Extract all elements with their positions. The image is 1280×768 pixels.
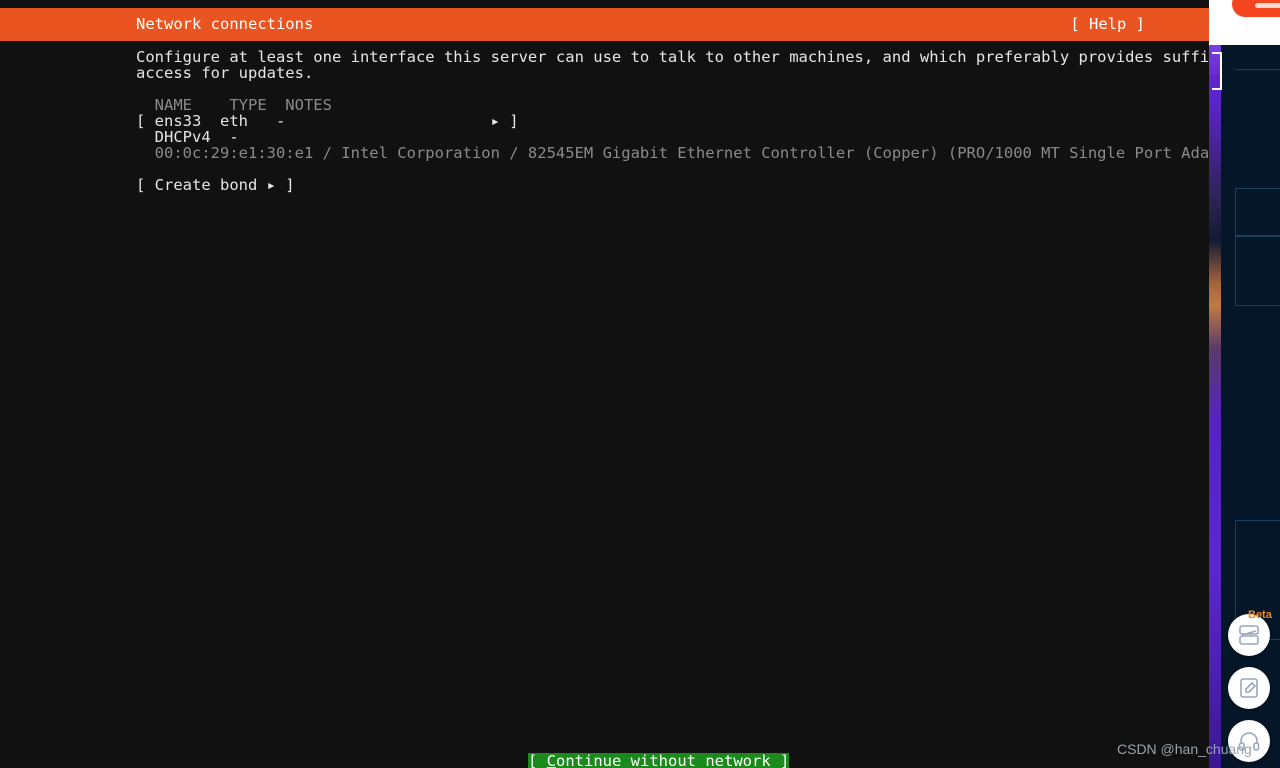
edit-fab-button[interactable]: [1228, 667, 1270, 709]
description-line-2: access for updates.: [136, 64, 314, 82]
help-button[interactable]: [ Help ]: [1070, 16, 1145, 33]
continue-without-network-button[interactable]: [ Continue without network ]: [528, 752, 790, 768]
side-accent-strip: [1209, 45, 1221, 768]
screen: Network connections [ Help ] Configure a…: [0, 0, 1280, 768]
interface-device-description: 00:0c:29:e1:30:e1 / Intel Corporation / …: [136, 144, 1209, 162]
side-selection-bracket-icon: [1212, 52, 1222, 90]
brand-logo-accent-icon: [1255, 3, 1280, 8]
watermark: CSDN @han_chuang: [1117, 741, 1252, 757]
page-title: Network connections: [136, 15, 314, 33]
side-card-outline: [1235, 42, 1280, 70]
accel-key: C: [546, 752, 557, 768]
side-app-topbar: [1209, 0, 1280, 45]
interface-detail-dhcp: DHCPv4 -: [136, 128, 239, 146]
create-bond-button[interactable]: [ Create bond ▸ ]: [136, 177, 295, 193]
description-line-1: Configure at least one interface this se…: [136, 48, 1209, 66]
table-row[interactable]: [ ens33 eth - ▸ ]: [136, 113, 519, 129]
beta-badge: Beta: [1248, 609, 1272, 621]
form-actions: [ Continue without network ] [ Back ]: [528, 721, 790, 768]
side-card-outline: [1235, 236, 1280, 306]
side-card-outline: [1235, 188, 1280, 236]
terminal-installer-window: Network connections [ Help ] Configure a…: [0, 0, 1209, 768]
table-column-headers: NAME TYPE NOTES: [136, 96, 332, 114]
